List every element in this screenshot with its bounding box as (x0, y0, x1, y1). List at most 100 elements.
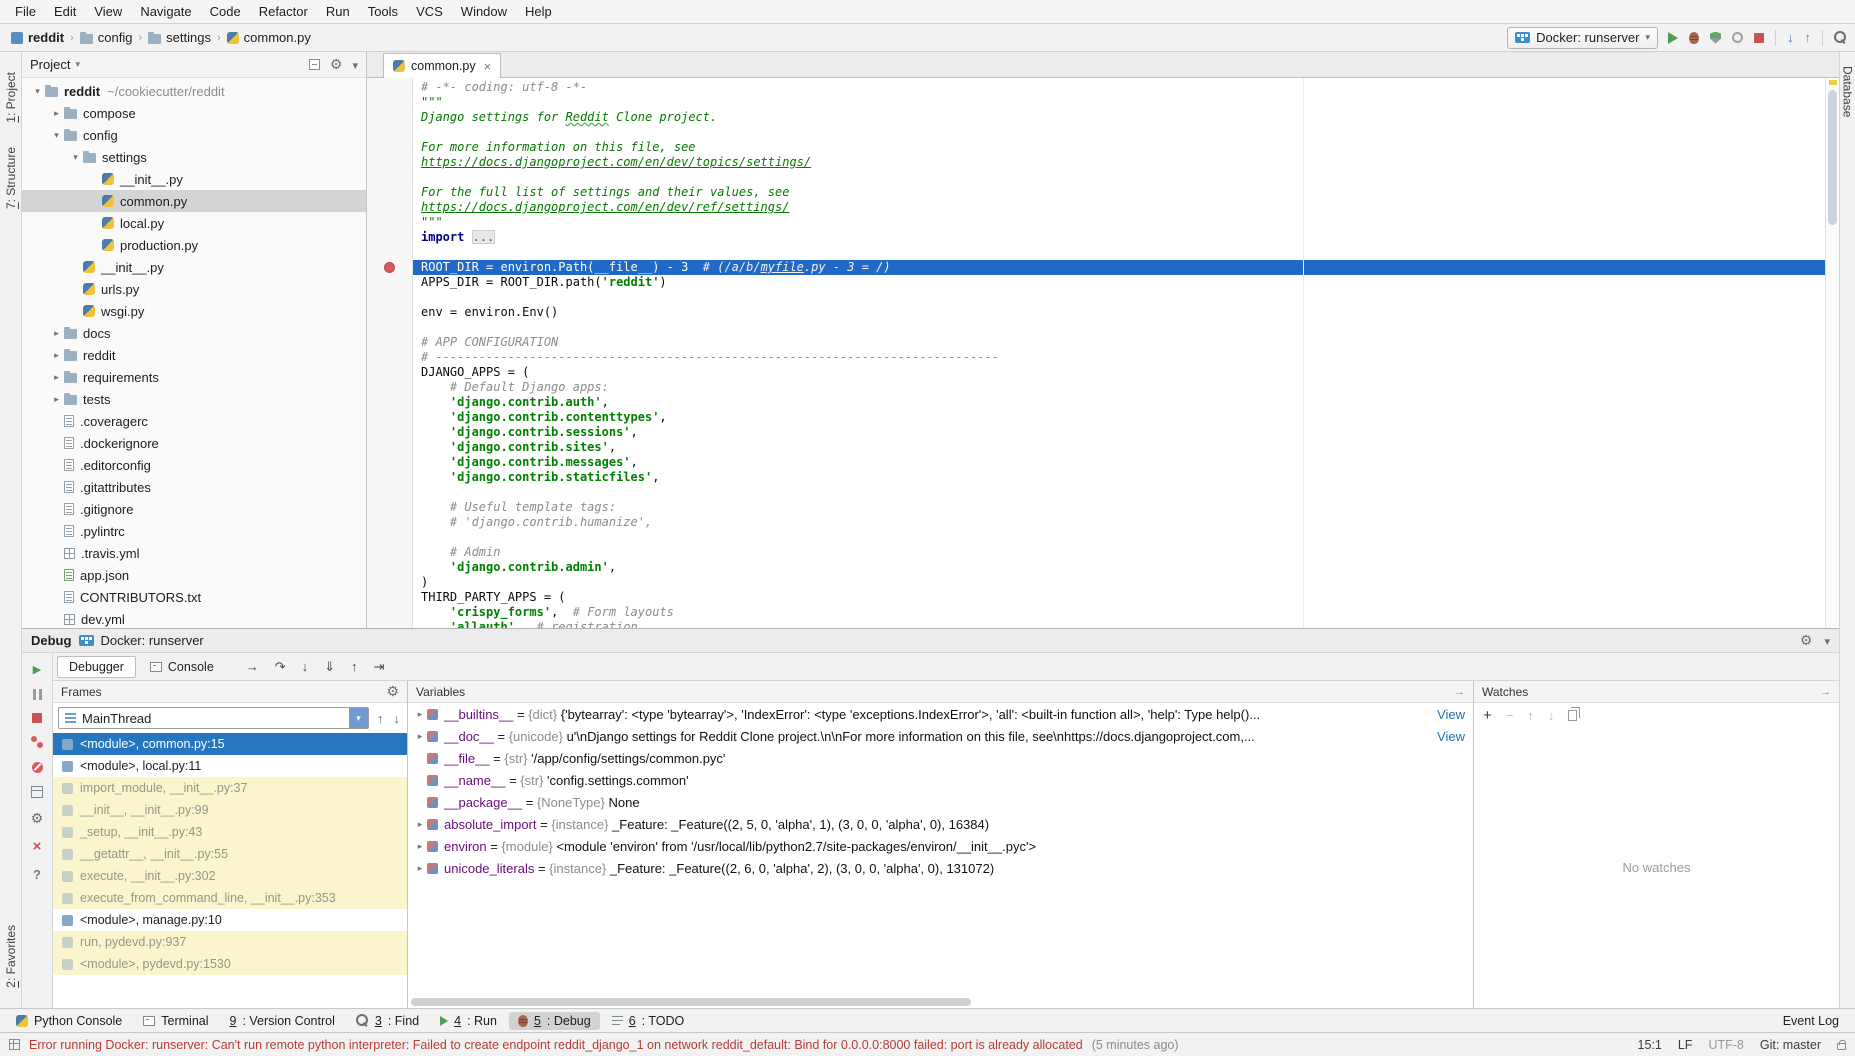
debug-icon[interactable] (1689, 32, 1699, 44)
code-line-11[interactable]: import ... (413, 230, 1825, 245)
frame-row[interactable]: <module>, manage.py:10 (53, 909, 407, 931)
variable-row-file[interactable]: __file__ = {str} '/app/config/settings/c… (408, 747, 1473, 769)
code-line-5[interactable]: For more information on this file, see (413, 140, 1825, 155)
code-line-36[interactable]: 'crispy_forms', # Form layouts (413, 605, 1825, 620)
vcs-update-icon[interactable] (1787, 30, 1794, 45)
hide-icon[interactable] (352, 57, 358, 72)
frame-row[interactable]: execute, __init__.py:302 (53, 865, 407, 887)
pin-icon[interactable]: → (1454, 686, 1465, 698)
tool-tab-terminal[interactable]: Terminal (134, 1012, 217, 1030)
settings-icon[interactable] (330, 57, 343, 72)
menu-file[interactable]: File (6, 1, 45, 22)
tree-item-coveragerc[interactable]: .coveragerc (22, 410, 366, 432)
tree-item-common-py[interactable]: common.py (22, 190, 366, 212)
variable-row-package[interactable]: __package__ = {NoneType} None (408, 791, 1473, 813)
tool-tab-6-todo[interactable]: 6: TODO (603, 1012, 694, 1030)
thread-select[interactable]: MainThread ▾ (58, 707, 369, 729)
code-line-21[interactable]: # Default Django apps: (413, 380, 1825, 395)
tool-tab-event-log[interactable]: Event Log (1774, 1012, 1848, 1030)
code-line-26[interactable]: 'django.contrib.messages', (413, 455, 1825, 470)
frame-row[interactable]: <module>, common.py:15 (53, 733, 407, 755)
code-line-30[interactable]: # 'django.contrib.humanize', (413, 515, 1825, 530)
caret-position-widget[interactable]: 15:1 (1638, 1038, 1662, 1052)
tool-button-7-structure[interactable]: 7: Structure (4, 147, 18, 209)
menu-edit[interactable]: Edit (45, 1, 85, 22)
run-configuration-select[interactable]: Docker: runserver ▾ (1507, 27, 1658, 49)
code-line-33[interactable]: 'django.contrib.admin', (413, 560, 1825, 575)
frame-row[interactable]: import_module, __init__.py:37 (53, 777, 407, 799)
code-line-32[interactable]: # Admin (413, 545, 1825, 560)
code-line-37[interactable]: 'allauth', # registration (413, 620, 1825, 628)
code-line-20[interactable]: DJANGO_APPS = ( (413, 365, 1825, 380)
tree-item-contributors-txt[interactable]: CONTRIBUTORS.txt (22, 586, 366, 608)
menu-vcs[interactable]: VCS (407, 1, 452, 22)
breakpoint-icon[interactable] (384, 262, 395, 273)
chevron-open-icon[interactable]: ▾ (30, 86, 45, 97)
expand-arrow-icon[interactable]: ▸ (413, 841, 427, 852)
tree-item-compose[interactable]: ▸compose (22, 102, 366, 124)
frame-row[interactable]: <module>, pydevd.py:1530 (53, 953, 407, 975)
code-editor[interactable]: # -*- coding: utf-8 -*-"""Django setting… (413, 78, 1825, 628)
encoding-widget[interactable]: UTF-8 (1708, 1038, 1743, 1052)
tree-item-config[interactable]: ▾config (22, 124, 366, 146)
pin-icon[interactable]: → (1820, 686, 1831, 698)
force-step-into-icon[interactable]: ⇓ (324, 660, 335, 673)
tree-item-dev-yml[interactable]: dev.yml (22, 608, 366, 628)
coverage-icon[interactable] (1710, 32, 1721, 44)
code-line-10[interactable]: """ (413, 215, 1825, 230)
code-line-4[interactable] (413, 125, 1825, 140)
code-line-6[interactable]: https://docs.djangoproject.com/en/dev/to… (413, 155, 1825, 170)
tree-item-reddit[interactable]: ▾reddit~/cookiecutter/reddit (22, 80, 366, 102)
code-line-19[interactable]: # --------------------------------------… (413, 350, 1825, 365)
menu-view[interactable]: View (85, 1, 131, 22)
restore-layout-icon[interactable] (31, 786, 43, 798)
tree-item-editorconfig[interactable]: .editorconfig (22, 454, 366, 476)
line-ending-widget[interactable]: LF (1678, 1038, 1693, 1052)
code-line-23[interactable]: 'django.contrib.contenttypes', (413, 410, 1825, 425)
run-icon[interactable] (1668, 32, 1678, 44)
variable-row-builtins[interactable]: ▸__builtins__ = {dict} {'bytearray': <ty… (408, 703, 1473, 725)
expand-arrow-icon[interactable]: ▸ (413, 863, 427, 874)
editor-scrollbar[interactable] (1825, 78, 1839, 628)
code-line-15[interactable] (413, 290, 1825, 305)
code-line-13[interactable]: ROOT_DIR = environ.Path(__file__) - 3 # … (413, 260, 1825, 275)
chevron-open-icon[interactable]: ▾ (68, 152, 83, 163)
tree-item-wsgi-py[interactable]: wsgi.py (22, 300, 366, 322)
tree-item-reddit[interactable]: ▸reddit (22, 344, 366, 366)
stop-icon[interactable] (1754, 33, 1764, 43)
tree-item-settings[interactable]: ▾settings (22, 146, 366, 168)
vcs-commit-icon[interactable] (1805, 30, 1812, 45)
code-line-3[interactable]: Django settings for Reddit Clone project… (413, 110, 1825, 125)
code-line-25[interactable]: 'django.contrib.sites', (413, 440, 1825, 455)
frame-row[interactable]: _setup, __init__.py:43 (53, 821, 407, 843)
code-line-24[interactable]: 'django.contrib.sessions', (413, 425, 1825, 440)
tree-item-init-py[interactable]: __init__.py (22, 168, 366, 190)
debug-tab-debugger[interactable]: Debugger (57, 656, 136, 678)
code-line-35[interactable]: THIRD_PARTY_APPS = ( (413, 590, 1825, 605)
variable-row-doc[interactable]: ▸__doc__ = {unicode} u'\nDjango settings… (408, 725, 1473, 747)
debug-tab-console[interactable]: Console (138, 656, 226, 678)
step-out-icon[interactable]: ↑ (351, 660, 358, 673)
frame-row[interactable]: __init__, __init__.py:99 (53, 799, 407, 821)
variable-row-environ[interactable]: ▸environ = {module} <module 'environ' fr… (408, 835, 1473, 857)
code-line-34[interactable]: ) (413, 575, 1825, 590)
move-up-icon[interactable]: ↑ (1527, 709, 1534, 722)
menu-window[interactable]: Window (452, 1, 516, 22)
code-line-2[interactable]: """ (413, 95, 1825, 110)
tool-button-2-favorites[interactable]: 2: Favorites (4, 925, 18, 988)
menu-refactor[interactable]: Refactor (250, 1, 317, 22)
copy-icon[interactable] (1568, 710, 1577, 721)
mute-breakpoints-icon[interactable] (32, 762, 43, 773)
chevron-closed-icon[interactable]: ▸ (49, 372, 64, 383)
step-into-icon[interactable]: ↓ (302, 660, 309, 673)
chevron-down-icon[interactable]: ▾ (349, 708, 368, 728)
frame-row[interactable]: __getattr__, __init__.py:55 (53, 843, 407, 865)
hide-icon[interactable] (1824, 633, 1830, 648)
breadcrumb-config[interactable]: config (77, 28, 136, 47)
show-execution-point-icon[interactable]: → (246, 660, 259, 673)
settings-icon[interactable] (31, 811, 44, 826)
chevron-closed-icon[interactable]: ▸ (49, 350, 64, 361)
expand-arrow-icon[interactable]: ▸ (413, 731, 427, 742)
settings-icon[interactable] (1800, 633, 1813, 648)
code-line-7[interactable] (413, 170, 1825, 185)
